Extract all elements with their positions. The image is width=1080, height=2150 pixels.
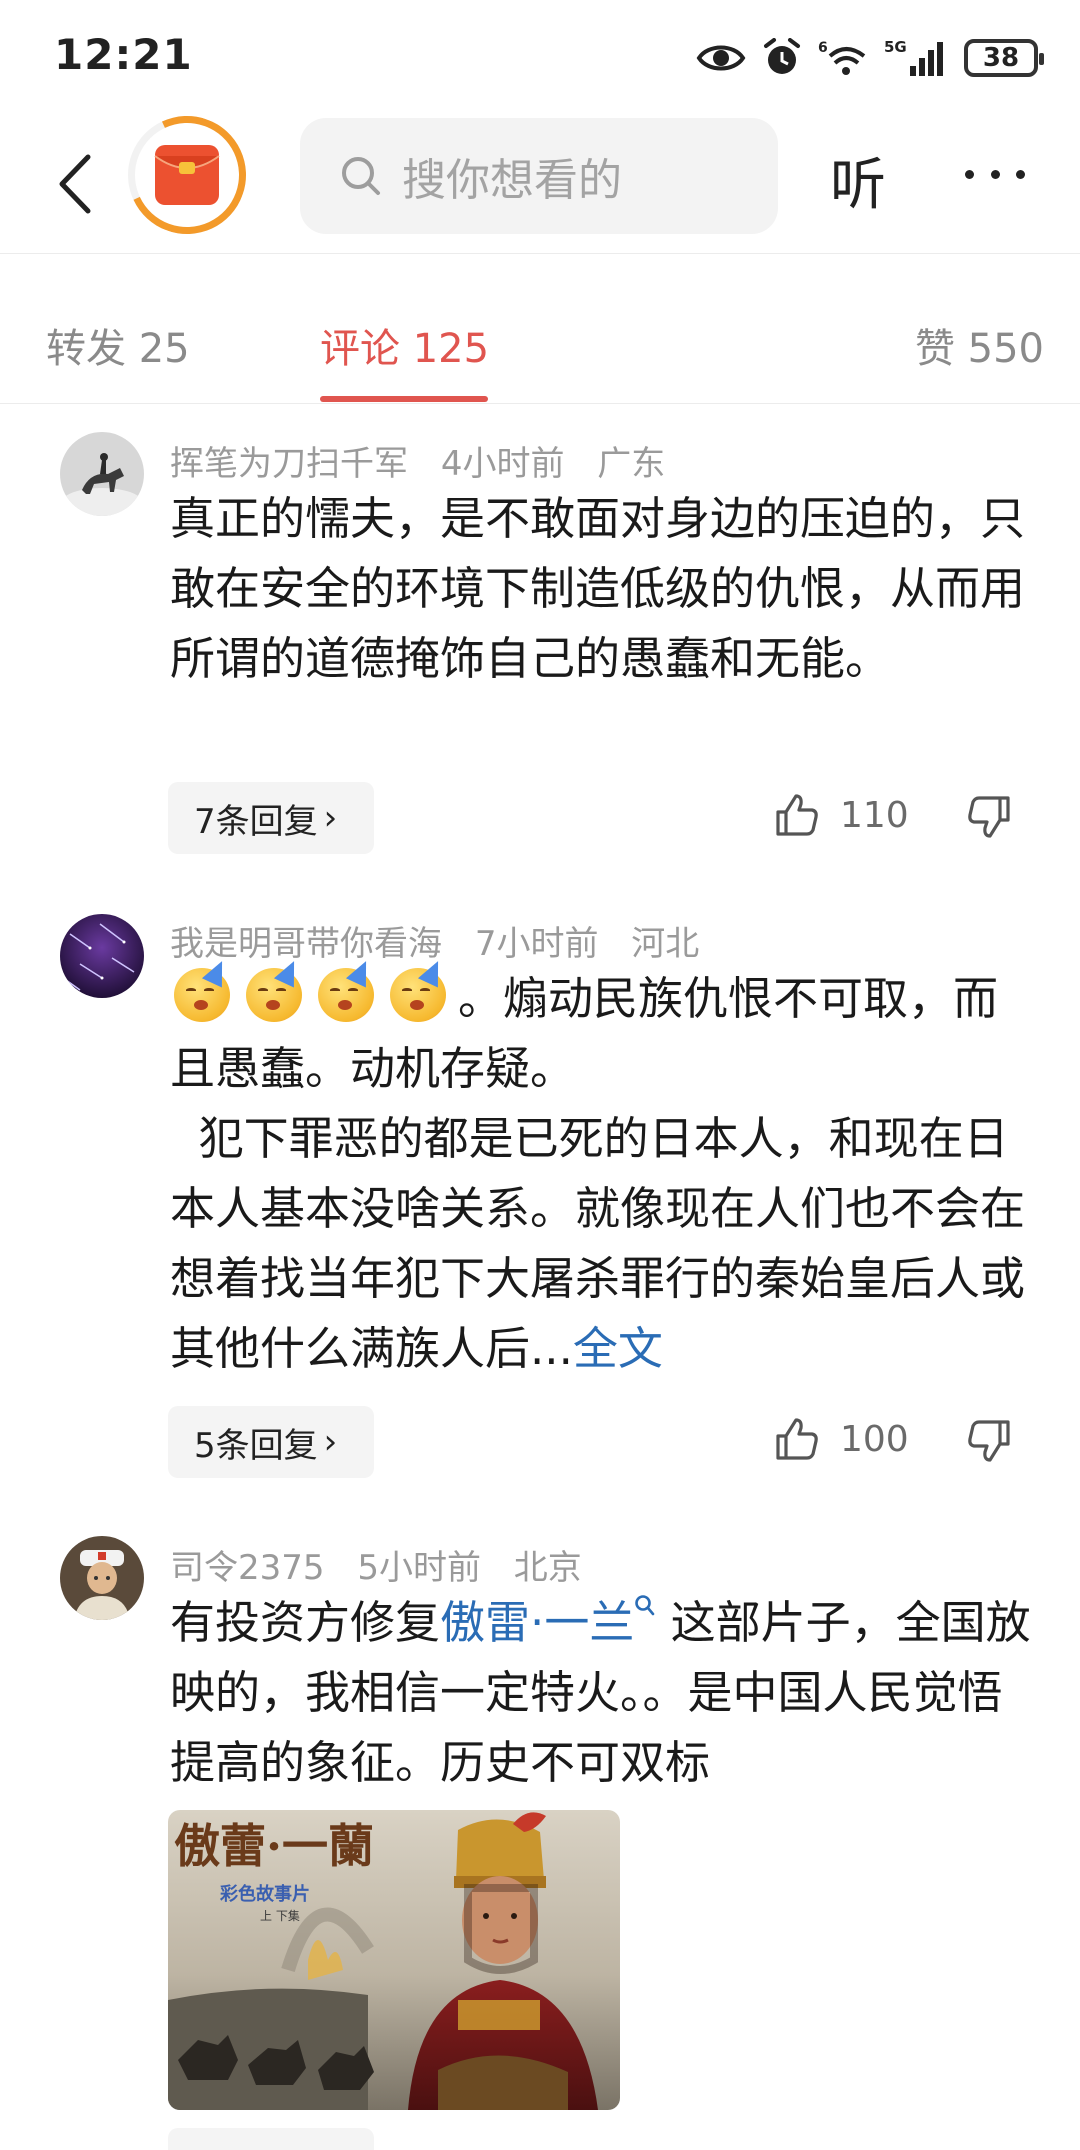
comment-location: 北京 bbox=[513, 1548, 582, 1588]
like-count: 100 bbox=[840, 1418, 909, 1460]
horse-rider-avatar-image bbox=[60, 432, 144, 516]
username[interactable]: 司令2375 bbox=[170, 1548, 325, 1588]
comment-time: 7小时前 bbox=[474, 924, 599, 964]
film-poster-illustration: 傲蕾·一蘭 彩色故事片 上 下集 bbox=[168, 1810, 620, 2110]
comment-time: 4小时前 bbox=[440, 444, 565, 484]
comment-text: 真正的懦夫，是不敢面对身边的压迫的，只敢在安全的环境下制造低级的仇恨，从而用所谓… bbox=[170, 492, 1026, 685]
status-bar: 12:21 6 5G 38 bbox=[0, 0, 1080, 112]
film-poster-image[interactable]: 傲蕾·一蘭 彩色故事片 上 下集 bbox=[168, 1810, 620, 2110]
wifi-icon: 6 bbox=[818, 40, 866, 75]
avatar[interactable] bbox=[60, 914, 144, 998]
poster-subtitle: 彩色故事片 bbox=[219, 1883, 310, 1905]
status-time: 12:21 bbox=[54, 30, 193, 79]
chevron-left-icon bbox=[59, 154, 91, 214]
poster-title: 傲蕾·一蘭 bbox=[174, 1819, 374, 1873]
search-input[interactable]: 搜你想看的 bbox=[300, 118, 778, 234]
poster-episodes: 上 下集 bbox=[260, 1908, 300, 1923]
comment-meta: 我是明哥带你看海 7小时前 河北 bbox=[170, 916, 721, 965]
chevron-right-icon: › bbox=[323, 798, 338, 838]
party-face-emoji-icon bbox=[314, 956, 382, 1024]
tab-reposts[interactable]: 转发 25 bbox=[46, 316, 190, 374]
username[interactable]: 挥笔为刀扫千军 bbox=[170, 444, 408, 484]
more-options-icon[interactable] bbox=[965, 154, 1025, 194]
replies-label: 5条回复 bbox=[194, 1425, 318, 1466]
replies-label: 7条回复 bbox=[194, 801, 318, 842]
active-tab-indicator bbox=[320, 396, 488, 402]
dislike-button[interactable] bbox=[966, 794, 1012, 844]
battery-level: 38 bbox=[982, 43, 1020, 73]
comment-time: 5小时前 bbox=[357, 1548, 481, 1588]
comment-location: 河北 bbox=[631, 924, 700, 964]
top-nav-bar: 搜你想看的 听 bbox=[0, 99, 1080, 254]
meteor-sky-avatar-image bbox=[60, 914, 144, 998]
eye-icon bbox=[696, 45, 746, 71]
like-button[interactable]: 110 bbox=[774, 792, 909, 838]
listen-button[interactable]: 听 bbox=[830, 140, 886, 221]
avatar[interactable] bbox=[60, 432, 144, 516]
like-button[interactable]: 100 bbox=[774, 1416, 909, 1462]
comment-meta: 挥笔为刀扫千军 4小时前 广东 bbox=[170, 436, 687, 485]
thumbs-up-icon bbox=[776, 794, 818, 836]
search-placeholder: 搜你想看的 bbox=[402, 155, 622, 206]
soldier-portrait-avatar-image bbox=[60, 1536, 144, 1620]
like-count: 110 bbox=[840, 794, 909, 836]
full-text-link[interactable]: 全文 bbox=[573, 1322, 663, 1375]
back-button[interactable] bbox=[44, 144, 104, 224]
party-face-emoji-icon bbox=[242, 956, 310, 1024]
comment-text-part: 有投资方修复 bbox=[170, 1596, 441, 1649]
replies-button[interactable]: 5条回复 › bbox=[168, 1406, 374, 1478]
thumbs-down-icon bbox=[968, 796, 1010, 838]
comment-location: 广东 bbox=[597, 444, 666, 484]
chevron-right-icon: › bbox=[323, 1422, 338, 1462]
red-packet-button[interactable] bbox=[111, 99, 263, 251]
party-face-emoji-icon bbox=[386, 956, 454, 1024]
comment-text: 有投资方修复傲雷·一兰 这部片子，全国放映的，我相信一定特火。。是中国人民觉悟提… bbox=[170, 1588, 1040, 1798]
search-small-icon[interactable] bbox=[634, 1594, 656, 1620]
battery-icon: 38 bbox=[964, 39, 1044, 77]
replies-button[interactable]: 7条回复 › bbox=[168, 782, 374, 854]
search-icon bbox=[342, 157, 380, 195]
tab-comments[interactable]: 评论 125 bbox=[320, 316, 489, 374]
chevron-right-icon: › bbox=[324, 2144, 338, 2150]
replies-button[interactable]: 4条回复 › bbox=[168, 2128, 374, 2150]
thumbs-up-icon bbox=[776, 1418, 818, 1460]
network-label: 5G bbox=[884, 38, 907, 56]
status-icons: 6 5G 38 bbox=[696, 36, 1044, 80]
comment-text: 。煽动民族仇恨不可取，而且愚蠢。动机存疑。 犯下罪恶的都是已死的日本人，和现在日… bbox=[170, 956, 1040, 1384]
party-face-emoji-icon bbox=[170, 956, 238, 1024]
avatar[interactable] bbox=[60, 1536, 144, 1620]
thumbs-down-icon bbox=[968, 1420, 1010, 1462]
tab-likes[interactable]: 赞 550 bbox=[915, 316, 1044, 374]
replies-label: 4条回复 bbox=[194, 2140, 318, 2150]
tab-bar: 转发 25 评论 125 赞 550 bbox=[0, 254, 1080, 404]
alarm-icon bbox=[764, 38, 800, 74]
cellular-signal-icon: 5G bbox=[884, 38, 943, 76]
topic-link[interactable]: 傲雷·一兰 bbox=[440, 1596, 634, 1649]
dislike-button[interactable] bbox=[966, 1418, 1012, 1468]
wifi-label: 6 bbox=[818, 40, 828, 56]
comment-meta: 司令2375 5小时前 北京 bbox=[170, 1540, 604, 1589]
